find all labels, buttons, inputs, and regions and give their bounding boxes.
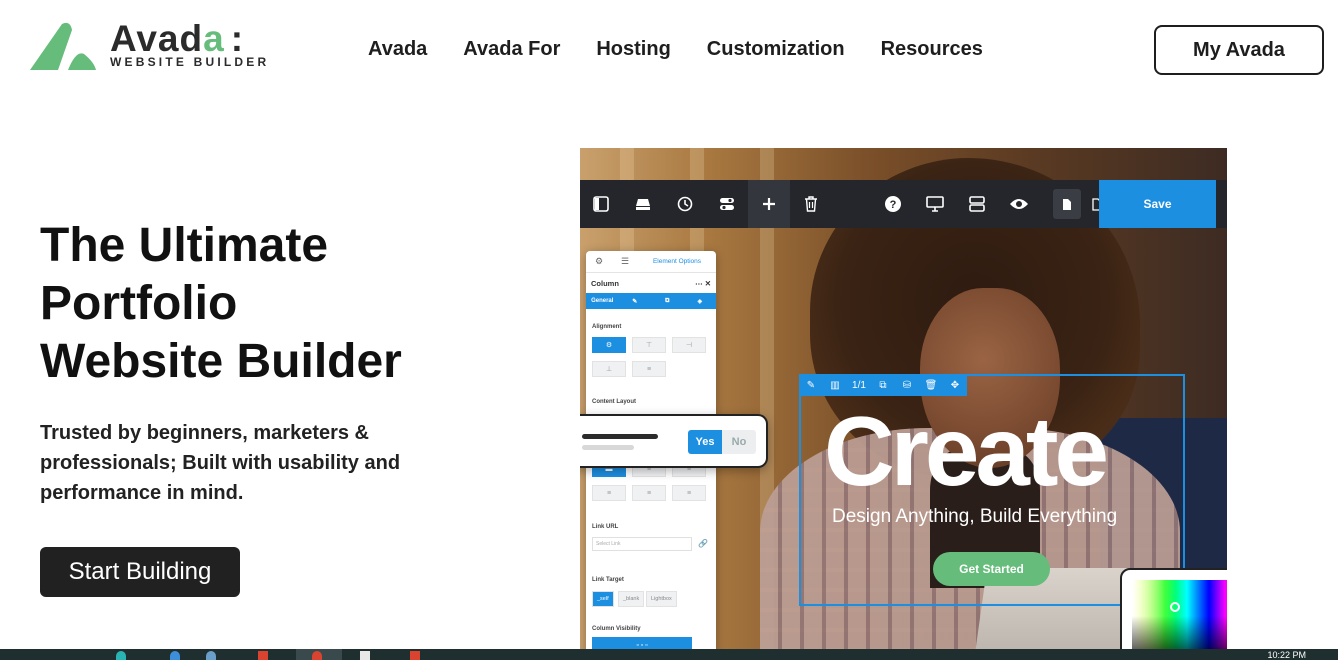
get-started-button[interactable]: Get Started — [933, 552, 1050, 586]
link-url-label: Link URL — [592, 524, 619, 530]
columns-icon[interactable]: ▥ — [823, 380, 847, 391]
gear-icon[interactable]: ⚙ — [586, 256, 612, 267]
hero-title: The Ultimate Portfolio Website Builder — [40, 217, 460, 391]
element-counter: 1/1 — [852, 379, 866, 391]
logo-subtitle: WEBSITE BUILDER — [110, 55, 270, 69]
color-picker-gradient[interactable] — [1132, 580, 1227, 660]
taskbar-app-icon[interactable] — [206, 651, 216, 660]
layout-icon[interactable] — [956, 180, 998, 228]
subtab-general[interactable]: General — [586, 298, 619, 304]
svg-text:?: ? — [890, 199, 897, 211]
panel-title: Column — [591, 278, 619, 288]
nav-item-avada[interactable]: Avada — [368, 38, 427, 61]
nav-item-customization[interactable]: Customization — [707, 38, 845, 61]
page-document-icon[interactable] — [1053, 189, 1081, 219]
toggle-yes-button[interactable]: Yes — [688, 430, 722, 454]
taskbar-app-icon[interactable] — [360, 651, 370, 660]
logo-colon: : — [230, 18, 245, 59]
content-layout-option-6-icon[interactable]: ≡ — [672, 485, 706, 501]
preview-eye-icon[interactable] — [998, 180, 1040, 228]
page: Avada: WEBSITE BUILDER Avada Avada For H… — [0, 0, 1338, 660]
hero-title-line-3: Website Builder — [40, 335, 402, 388]
history-icon[interactable] — [664, 180, 706, 228]
subtab-design-icon[interactable]: ✎ — [619, 298, 652, 305]
help-icon[interactable]: ? — [872, 180, 914, 228]
link-icon[interactable]: 🔗 — [698, 539, 708, 548]
taskbar-clock[interactable]: 10:22 PM — [1267, 651, 1306, 660]
alignment-label: Alignment — [592, 324, 622, 330]
link-target-lightbox[interactable]: Lightbox — [646, 591, 677, 607]
element-controls-bar: ✎ ▥ 1/1 ⧉ ⛁ 🗑 ✥ — [799, 374, 967, 396]
content-layout-option-4-icon[interactable]: ≡ — [592, 485, 626, 501]
sidebar-toggle-icon[interactable] — [580, 180, 622, 228]
avada-logo-mark-icon — [30, 22, 96, 70]
alignment-option-stretch-icon[interactable]: ⚙ — [592, 337, 626, 353]
alignment-option-full-icon[interactable]: ≡ — [632, 361, 666, 377]
panel-subtabs: General ✎ ⧉ ◈ — [586, 293, 716, 309]
start-building-button[interactable]: Start Building — [40, 547, 240, 597]
my-avada-button[interactable]: My Avada — [1154, 25, 1324, 75]
nav-item-resources[interactable]: Resources — [881, 38, 983, 61]
desktop-preview-icon[interactable] — [914, 180, 956, 228]
color-picker-handle[interactable] — [1170, 602, 1180, 612]
hero-title-line-2: Portfolio — [40, 277, 238, 330]
hero-title-line-1: The Ultimate — [40, 219, 329, 272]
popover-label-bar — [582, 434, 658, 439]
popover-label-bar-secondary — [582, 445, 634, 450]
alignment-option-center-icon[interactable]: ⊣ — [672, 337, 706, 353]
main-nav: Avada Avada For Hosting Customization Re… — [368, 38, 983, 61]
logo-wordmark: Avada: — [110, 18, 244, 60]
link-target-blank[interactable]: _blank — [618, 591, 645, 607]
content-layout-option-5-icon[interactable]: ≡ — [632, 485, 666, 501]
yes-no-toggle-popover: Yes No — [580, 414, 768, 468]
edit-pencil-icon[interactable]: ✎ — [799, 380, 823, 391]
hero-builder-image: ? Save ⚙ ☰ Element Options Column ⋯ ✕ Ge… — [580, 148, 1227, 660]
taskbar-app-icon[interactable] — [258, 651, 268, 660]
panel-tabs: ⚙ ☰ Element Options — [586, 251, 716, 273]
hero-subtitle: Trusted by beginners, marketers & profes… — [40, 422, 401, 504]
link-target-label: Link Target — [592, 577, 624, 583]
clone-icon[interactable]: ⧉ — [871, 380, 895, 391]
trash-icon[interactable] — [790, 180, 832, 228]
taskbar-app-icon[interactable] — [410, 651, 420, 660]
more-icon[interactable]: ⋯ — [695, 279, 703, 288]
library-icon[interactable] — [622, 180, 664, 228]
link-target-self[interactable]: _self — [592, 591, 614, 607]
taskbar-app-icon[interactable] — [116, 651, 126, 660]
close-icon[interactable]: ✕ — [705, 279, 711, 288]
os-taskbar: 10:22 PM — [0, 649, 1338, 660]
nav-item-hosting[interactable]: Hosting — [596, 38, 670, 61]
link-url-input[interactable]: Select Link — [592, 537, 692, 551]
taskbar-app-icon[interactable] — [170, 651, 180, 660]
nav-item-avada-for[interactable]: Avada For — [463, 38, 560, 61]
content-layout-label: Content Layout — [592, 399, 636, 405]
create-headline: Create — [824, 396, 1109, 506]
tab-element-options[interactable]: Element Options — [638, 258, 716, 265]
logo-word-main: Avad — [110, 18, 204, 59]
panel-heading: Column ⋯ ✕ — [586, 273, 716, 293]
move-icon[interactable]: ✥ — [943, 380, 967, 391]
subtab-extras-icon[interactable]: ◈ — [684, 298, 717, 305]
alignment-option-top-icon[interactable]: ⊤ — [632, 337, 666, 353]
design-tagline: Design Anything, Build Everything — [832, 506, 1118, 527]
add-element-icon[interactable] — [748, 180, 790, 228]
settings-toggle-icon[interactable] — [706, 180, 748, 228]
column-visibility-label: Column Visibility — [592, 626, 641, 632]
alignment-option-bottom-icon[interactable]: ⊥ — [592, 361, 626, 377]
subtab-background-icon[interactable]: ⧉ — [651, 298, 684, 305]
logo-word-accent: a — [203, 18, 225, 59]
save-to-library-icon[interactable]: ⛁ — [895, 380, 919, 391]
list-icon[interactable]: ☰ — [612, 256, 638, 267]
delete-icon[interactable]: 🗑 — [919, 380, 943, 391]
panel-actions: ⋯ ✕ — [695, 279, 711, 288]
save-button[interactable]: Save — [1099, 180, 1216, 228]
toggle-no-button[interactable]: No — [722, 430, 756, 454]
avada-logo[interactable]: Avada: WEBSITE BUILDER — [28, 18, 288, 74]
builder-toolbar: ? Save — [580, 180, 1227, 228]
color-picker[interactable] — [1120, 568, 1227, 660]
taskbar-browser-icon[interactable] — [312, 651, 322, 660]
